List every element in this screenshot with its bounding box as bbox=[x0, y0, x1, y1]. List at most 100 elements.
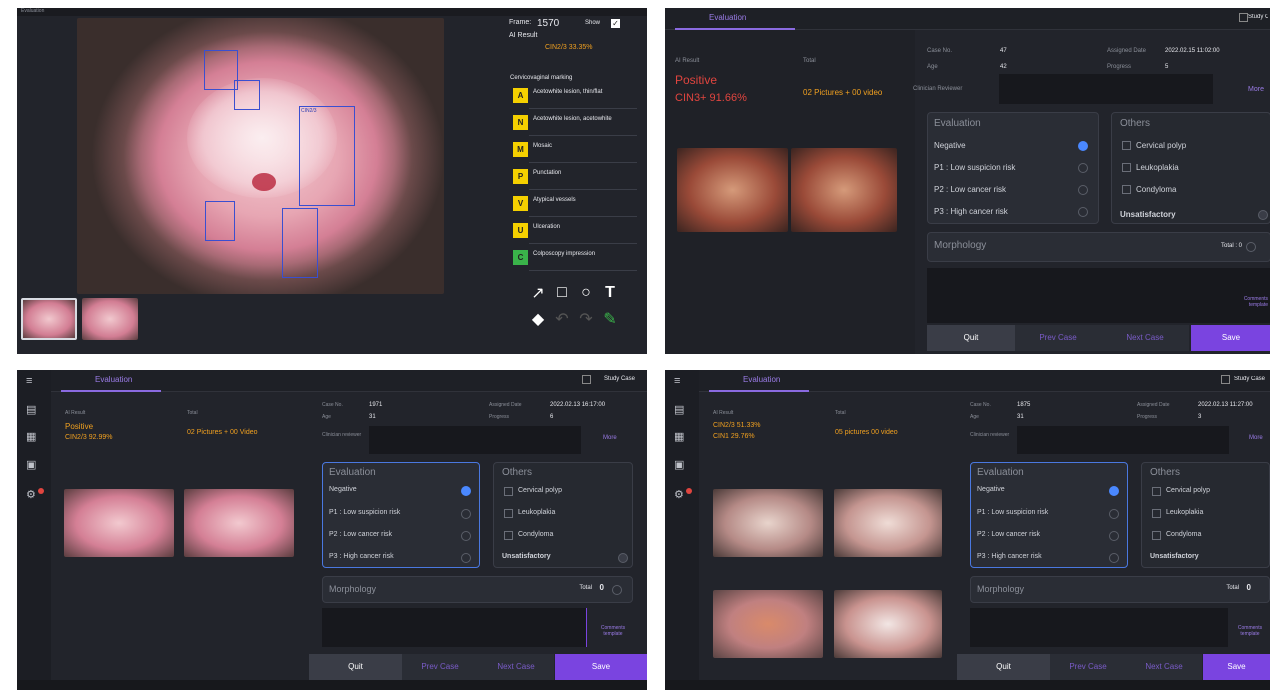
eval-option-p1[interactable]: P1 : Low suspicion risk bbox=[329, 509, 400, 516]
menu-icon[interactable]: ≡ bbox=[26, 375, 32, 387]
morphology-bar[interactable]: Morphology Total 0 bbox=[322, 576, 633, 603]
case-image-3[interactable] bbox=[713, 590, 823, 658]
cervical-polyp-checkbox[interactable] bbox=[504, 487, 513, 496]
evaluation-icon[interactable]: ▤ bbox=[674, 403, 684, 416]
comments-template-button[interactable]: Comments template bbox=[591, 625, 635, 637]
quit-button[interactable]: Quit bbox=[927, 325, 1015, 351]
comments-input[interactable] bbox=[927, 268, 1270, 323]
leukoplakia-checkbox[interactable] bbox=[504, 509, 513, 518]
condyloma-checkbox[interactable] bbox=[1152, 531, 1161, 540]
legend-swatch-n[interactable]: N bbox=[513, 115, 528, 130]
next-case-button[interactable]: Next Case bbox=[1126, 654, 1202, 680]
eval-option-p3[interactable]: P3 : High cancer risk bbox=[934, 207, 1008, 216]
legend-swatch-m[interactable]: M bbox=[513, 142, 528, 157]
quit-button[interactable]: Quit bbox=[309, 654, 402, 680]
comments-input[interactable] bbox=[970, 608, 1228, 647]
case-image-1[interactable] bbox=[713, 489, 823, 557]
radio-negative[interactable] bbox=[1078, 141, 1088, 151]
eval-option-p2[interactable]: P2 : Low cancer risk bbox=[934, 185, 1006, 194]
case-image-1[interactable] bbox=[64, 489, 174, 557]
more-link[interactable]: More bbox=[603, 435, 617, 441]
undo-icon[interactable]: ↶ bbox=[549, 306, 575, 332]
study-case-checkbox[interactable] bbox=[1221, 375, 1230, 384]
radio-p3[interactable] bbox=[461, 553, 471, 563]
case-image-4[interactable] bbox=[834, 590, 942, 658]
morphology-expand-icon[interactable] bbox=[1246, 242, 1256, 252]
evaluation-icon[interactable]: ▤ bbox=[26, 403, 36, 416]
case-image-1[interactable] bbox=[677, 148, 788, 232]
eval-option-negative[interactable]: Negative bbox=[934, 141, 966, 150]
unsatisfactory-toggle[interactable] bbox=[1258, 210, 1268, 220]
comments-input[interactable] bbox=[322, 608, 587, 647]
save-button[interactable]: Save bbox=[1203, 654, 1270, 680]
radio-p2[interactable] bbox=[1109, 531, 1119, 541]
eval-option-p3[interactable]: P3 : High cancer risk bbox=[329, 553, 394, 560]
menu-icon[interactable]: ≡ bbox=[674, 375, 680, 387]
legend-swatch-v[interactable]: V bbox=[513, 196, 528, 211]
tab-evaluation[interactable]: Evaluation bbox=[709, 370, 809, 392]
unsatisfactory-label[interactable]: Unsatisfactory bbox=[502, 553, 551, 560]
case-image-2[interactable] bbox=[834, 489, 942, 557]
unsatisfactory-label[interactable]: Unsatisfactory bbox=[1120, 210, 1176, 219]
show-checkbox[interactable]: ✓ bbox=[611, 19, 620, 28]
next-case-button[interactable]: Next Case bbox=[1101, 325, 1189, 351]
arrow-tool-icon[interactable]: ↗ bbox=[525, 280, 551, 306]
radio-negative[interactable] bbox=[1109, 486, 1119, 496]
eval-option-negative[interactable]: Negative bbox=[329, 486, 357, 493]
leukoplakia-checkbox[interactable] bbox=[1122, 163, 1131, 172]
eval-option-p3[interactable]: P3 : High cancer risk bbox=[977, 553, 1042, 560]
comments-template-button[interactable]: Comments template bbox=[1228, 296, 1268, 308]
morphology-bar[interactable]: Morphology Total : 0 bbox=[927, 232, 1270, 262]
comments-template-button[interactable]: Comments template bbox=[1231, 625, 1269, 637]
condyloma-checkbox[interactable] bbox=[504, 531, 513, 540]
eval-option-p1[interactable]: P1 : Low suspicion risk bbox=[977, 509, 1048, 516]
save-button[interactable]: Save bbox=[1191, 325, 1270, 351]
rectangle-tool-icon[interactable]: □ bbox=[549, 280, 575, 306]
prev-case-button[interactable]: Prev Case bbox=[1050, 654, 1126, 680]
text-tool-icon[interactable]: T bbox=[597, 280, 623, 306]
eval-option-p2[interactable]: P2 : Low cancer risk bbox=[977, 531, 1040, 538]
more-link[interactable]: More bbox=[1249, 435, 1263, 441]
clinician-input[interactable] bbox=[1017, 426, 1229, 454]
quit-button[interactable]: Quit bbox=[957, 654, 1050, 680]
gallery-icon[interactable]: ▣ bbox=[26, 458, 36, 471]
radio-p1[interactable] bbox=[1078, 163, 1088, 173]
prev-case-button[interactable]: Prev Case bbox=[1015, 325, 1101, 351]
notifications-icon[interactable]: ⚙ bbox=[674, 488, 684, 501]
condyloma-checkbox[interactable] bbox=[1122, 185, 1131, 194]
eval-option-p2[interactable]: P2 : Low cancer risk bbox=[329, 531, 392, 538]
study-case-checkbox[interactable] bbox=[582, 375, 591, 384]
thumbnail-2[interactable] bbox=[82, 298, 138, 340]
leukoplakia-checkbox[interactable] bbox=[1152, 509, 1161, 518]
save-button[interactable]: Save bbox=[555, 654, 647, 680]
eval-option-p1[interactable]: P1 : Low suspicion risk bbox=[934, 163, 1015, 172]
radio-p3[interactable] bbox=[1078, 207, 1088, 217]
case-list-icon[interactable]: ▦ bbox=[674, 430, 684, 443]
circle-tool-icon[interactable]: ○ bbox=[573, 280, 599, 306]
legend-swatch-a[interactable]: A bbox=[513, 88, 528, 103]
clinician-input[interactable] bbox=[999, 74, 1213, 104]
pen-icon[interactable]: ✎ bbox=[597, 306, 623, 332]
clinician-input[interactable] bbox=[369, 426, 581, 454]
colposcopy-main-image[interactable]: CIN2/3 bbox=[77, 18, 444, 294]
legend-swatch-p[interactable]: P bbox=[513, 169, 528, 184]
prev-case-button[interactable]: Prev Case bbox=[402, 654, 478, 680]
next-case-button[interactable]: Next Case bbox=[478, 654, 554, 680]
notifications-icon[interactable]: ⚙ bbox=[26, 488, 36, 501]
eval-option-negative[interactable]: Negative bbox=[977, 486, 1005, 493]
legend-swatch-u[interactable]: U bbox=[513, 223, 528, 238]
more-link[interactable]: More bbox=[1248, 86, 1264, 93]
radio-p1[interactable] bbox=[461, 509, 471, 519]
morphology-expand-icon[interactable] bbox=[612, 585, 622, 595]
thumbnail-1[interactable] bbox=[21, 298, 77, 340]
tab-evaluation[interactable]: Evaluation bbox=[61, 370, 161, 392]
radio-negative[interactable] bbox=[461, 486, 471, 496]
morphology-bar[interactable]: Morphology Total 0 bbox=[970, 576, 1270, 603]
gallery-icon[interactable]: ▣ bbox=[674, 458, 684, 471]
redo-icon[interactable]: ↷ bbox=[573, 306, 599, 332]
tab-evaluation[interactable]: Evaluation bbox=[675, 8, 795, 30]
legend-swatch-c[interactable]: C bbox=[513, 250, 528, 265]
radio-p3[interactable] bbox=[1109, 553, 1119, 563]
study-case-checkbox[interactable] bbox=[1239, 13, 1248, 22]
cervical-polyp-checkbox[interactable] bbox=[1152, 487, 1161, 496]
